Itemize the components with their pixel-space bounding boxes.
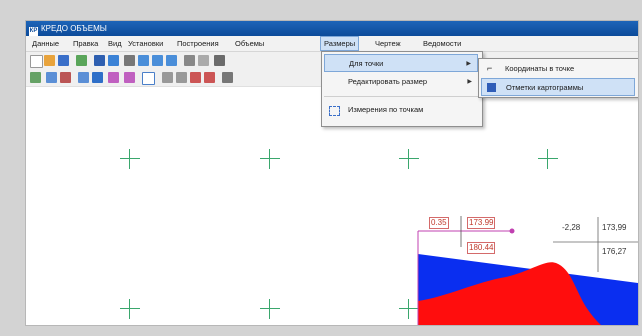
table-cell-value: 176,27	[602, 247, 627, 256]
save-icon[interactable]	[58, 55, 69, 66]
label-icon[interactable]	[204, 72, 215, 83]
snap-icon[interactable]	[92, 72, 103, 83]
zoom-icon[interactable]	[124, 55, 135, 66]
zoom-out-icon[interactable]	[152, 55, 163, 66]
zoom-window-icon[interactable]	[166, 55, 177, 66]
menu-divider	[324, 96, 478, 97]
table-icon[interactable]	[94, 55, 105, 66]
menu-edit[interactable]: Правка	[70, 37, 101, 50]
menu-volumes[interactable]: Объемы	[232, 37, 267, 50]
menu-item-measure-points[interactable]: Измерения по точкам	[324, 101, 478, 119]
settings-icon[interactable]	[222, 72, 233, 83]
menu-item-label: Для точки	[349, 59, 384, 68]
vertex-add-icon[interactable]	[124, 72, 135, 83]
menu-build[interactable]: Построения	[174, 37, 222, 50]
submenu-item-cartogram-marks[interactable]: Отметки картограммы	[481, 78, 635, 96]
menu-item-edit-dimension[interactable]: Редактировать размер ▶	[324, 73, 478, 91]
measure-icon	[329, 106, 340, 116]
new-icon[interactable]	[30, 55, 43, 68]
point-icon[interactable]	[46, 72, 57, 83]
cartogram-icon	[487, 83, 496, 92]
marker-point	[509, 228, 515, 234]
menu-drawing[interactable]: Чертеж	[372, 37, 404, 50]
title-bar: КР КРЕДО ОБЪЕМЫ	[26, 21, 638, 36]
menu-item-label: Отметки картограммы	[506, 83, 584, 92]
menu-dimensions[interactable]: Размеры	[320, 36, 360, 51]
pan-icon[interactable]	[184, 55, 195, 66]
menu-item-label: Координаты в точке	[505, 64, 575, 73]
measure-icon[interactable]	[78, 72, 89, 83]
redraw-icon[interactable]	[214, 55, 225, 66]
close-icon[interactable]	[198, 55, 209, 66]
menu-settings[interactable]: Установки	[125, 37, 166, 50]
table-cell-diff: -2,28	[562, 223, 581, 232]
select-icon[interactable]	[30, 72, 41, 83]
zoom-in-icon[interactable]	[138, 55, 149, 66]
window-title: КРЕДО ОБЪЕМЫ	[41, 24, 107, 33]
grid-toggle-icon[interactable]	[162, 72, 173, 83]
table-cell-value: 173,99	[602, 223, 627, 232]
submenu-item-coordinates[interactable]: ⌐ Координаты в точке	[481, 60, 635, 78]
frame-icon[interactable]	[142, 72, 155, 85]
grid-icon[interactable]	[108, 55, 119, 66]
point-label-bottom: 180.44	[467, 242, 496, 254]
menu-reports[interactable]: Ведомости	[420, 37, 464, 50]
point-label-left: 0.35	[429, 217, 449, 229]
layers-icon[interactable]	[76, 55, 87, 66]
dimensions-menu: Для точки ▶ Редактировать размер ▶ Измер…	[321, 51, 483, 127]
text-icon[interactable]	[176, 72, 187, 83]
for-point-submenu: ⌐ Координаты в точке Отметки картограммы	[478, 58, 638, 98]
menu-data[interactable]: Данные	[29, 37, 62, 50]
menu-view[interactable]: Вид	[105, 37, 125, 50]
open-icon[interactable]	[44, 55, 55, 66]
app-window: КР КРЕДО ОБЪЕМЫ Данные Правка Вид Установ…	[26, 21, 638, 325]
line-icon[interactable]	[60, 72, 71, 83]
coordinates-icon: ⌐	[487, 63, 493, 73]
vertex-icon[interactable]	[108, 72, 119, 83]
chevron-right-icon: ▶	[466, 61, 471, 67]
point-label-mid: 173.99	[467, 217, 496, 229]
menu-item-for-point[interactable]: Для точки ▶	[324, 54, 478, 72]
menu-item-label: Измерения по точкам	[348, 105, 424, 114]
menu-item-label: Редактировать размер	[348, 77, 428, 86]
chevron-right-icon: ▶	[467, 79, 472, 85]
app-logo-icon: КР	[29, 27, 38, 36]
dimension-icon[interactable]	[190, 72, 201, 83]
menu-bar: Данные Правка Вид Установки Построения О…	[26, 36, 638, 52]
